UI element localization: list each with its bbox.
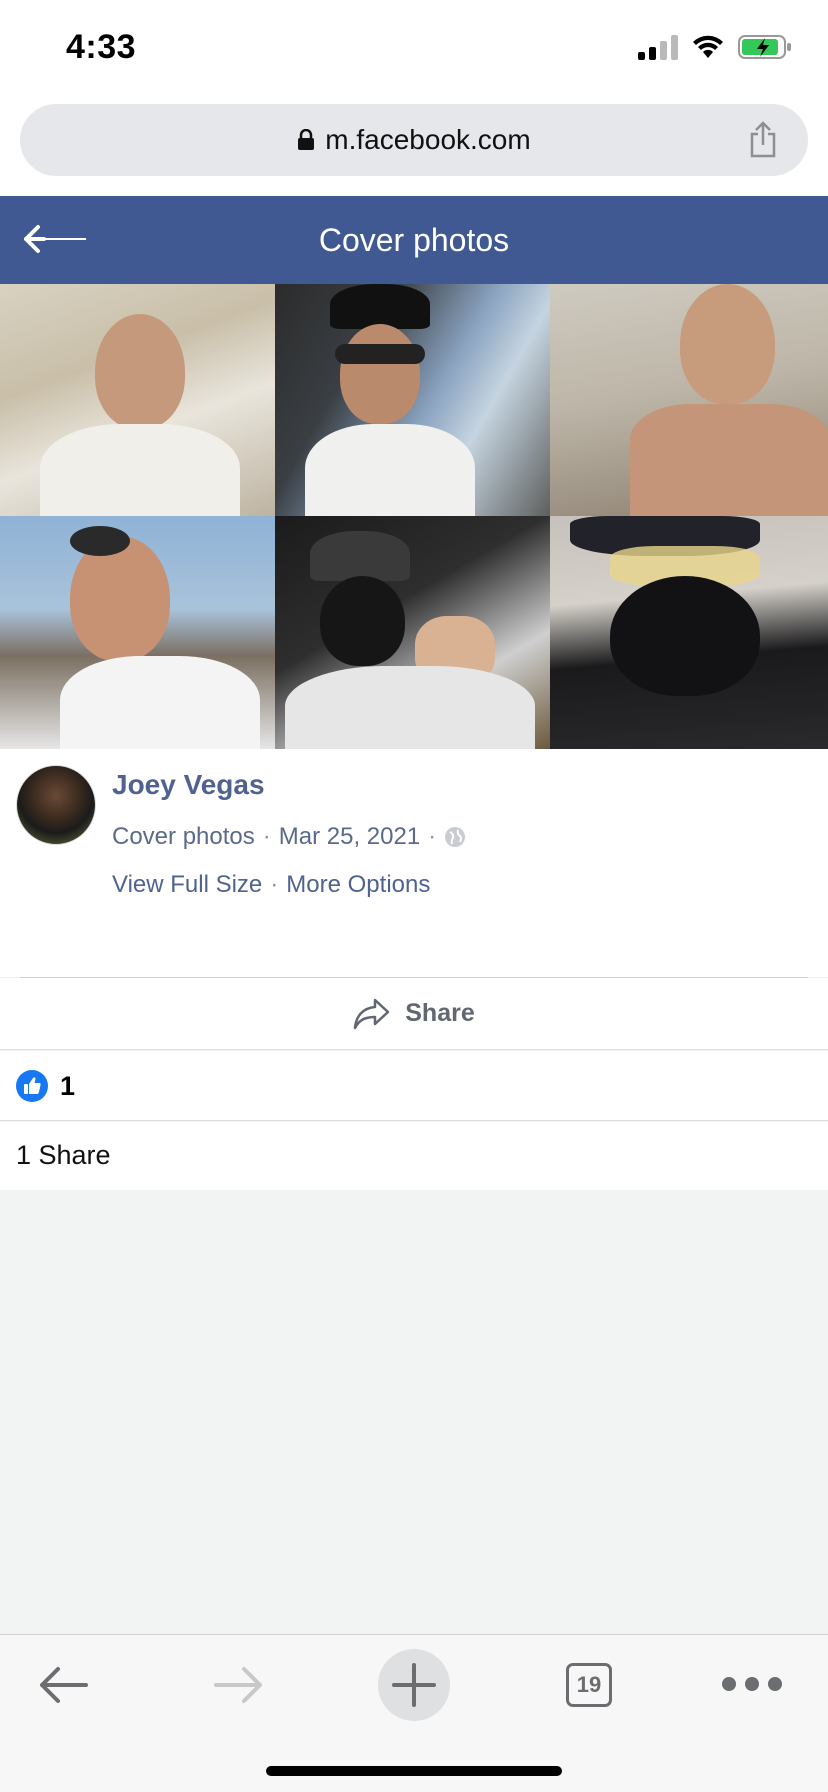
post-meta: Cover photos · Mar 25, 2021 · xyxy=(112,823,466,851)
new-tab-button[interactable] xyxy=(378,1649,450,1721)
author-name-link[interactable]: Joey Vegas xyxy=(112,769,265,801)
cellular-signal-icon xyxy=(638,34,678,60)
facebook-header: Cover photos xyxy=(0,196,828,284)
photo-links: View Full Size · More Options xyxy=(112,871,430,899)
page-title: Cover photos xyxy=(318,222,510,258)
post-info: Joey Vegas Cover photos · Mar 25, 2021 ·… xyxy=(0,749,828,977)
wifi-icon xyxy=(693,35,723,58)
collage-photo-5 xyxy=(275,516,550,749)
shares-count: 1 Share xyxy=(16,1140,111,1170)
browser-url-area: m.facebook.com xyxy=(0,100,828,196)
collage-photo-3 xyxy=(550,284,828,516)
more-options-link[interactable]: More Options xyxy=(286,871,430,899)
like-count: 1 xyxy=(60,1071,76,1101)
like-icon xyxy=(16,1070,48,1102)
globe-icon xyxy=(445,827,466,847)
browser-back-icon[interactable] xyxy=(38,1665,90,1705)
tabs-button[interactable]: 19 xyxy=(566,1663,612,1707)
share-arrow-icon xyxy=(354,998,390,1029)
status-bar: 4:33 xyxy=(0,0,828,100)
battery-charging-icon xyxy=(738,35,791,59)
url-text: m.facebook.com xyxy=(325,124,531,155)
plus-icon xyxy=(392,1663,436,1707)
more-menu-icon[interactable] xyxy=(722,1677,782,1691)
collage-photo-6 xyxy=(550,516,828,749)
status-time: 4:33 xyxy=(66,28,137,66)
share-label: Share xyxy=(405,999,475,1027)
reactions-row[interactable]: 1 xyxy=(0,1051,828,1121)
status-icons xyxy=(638,34,792,60)
lock-icon xyxy=(298,129,315,150)
links-separator: · xyxy=(270,871,279,898)
avatar[interactable] xyxy=(16,765,96,845)
view-full-size-link[interactable]: View Full Size xyxy=(112,871,262,899)
collage-photo-2 xyxy=(275,284,550,516)
browser-forward-icon[interactable] xyxy=(212,1665,264,1705)
url-bar[interactable]: m.facebook.com xyxy=(20,104,808,176)
collage-photo-4 xyxy=(0,516,275,749)
album-link[interactable]: Cover photos xyxy=(112,823,255,851)
home-indicator xyxy=(266,1766,562,1776)
meta-separator: · xyxy=(262,823,271,850)
cover-photo-collage[interactable] xyxy=(0,284,828,749)
share-button[interactable]: Share xyxy=(0,978,828,1050)
post-date[interactable]: Mar 25, 2021 xyxy=(279,823,420,851)
collage-photo-1 xyxy=(0,284,275,516)
shares-count-row[interactable]: 1 Share xyxy=(0,1122,828,1190)
meta-separator: · xyxy=(428,823,437,850)
share-icon[interactable] xyxy=(748,121,778,159)
